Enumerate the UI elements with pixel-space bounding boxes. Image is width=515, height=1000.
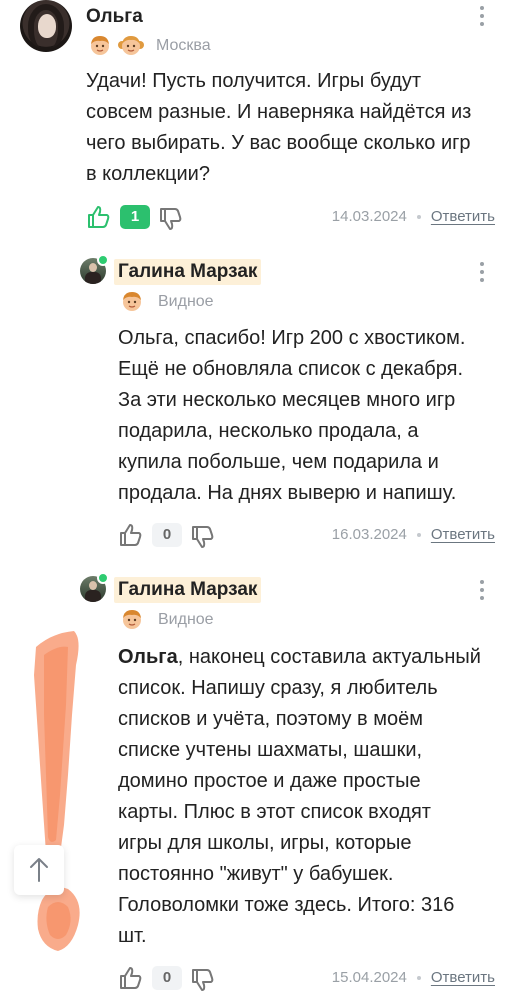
online-indicator [97, 254, 109, 266]
online-indicator [97, 572, 109, 584]
avatar[interactable] [20, 0, 72, 52]
dislike-icon[interactable] [190, 524, 216, 550]
comment-author[interactable]: Галина Марзак [114, 577, 262, 603]
exclamation-mark-annotation [34, 631, 80, 951]
like-count: 1 [120, 205, 150, 229]
comment-date: 16.03.2024 [331, 526, 407, 543]
comment-date: 14.03.2024 [331, 208, 407, 225]
comment-location: Видное [158, 611, 214, 628]
comment-location: Москва [156, 37, 211, 54]
boy-emoji-icon [123, 610, 141, 629]
girl-emoji-icon [118, 36, 144, 55]
reply-link[interactable]: Ответить [431, 969, 495, 986]
comment-text: Ольга, наконец составила актуальный спис… [118, 646, 481, 947]
more-options-icon[interactable] [480, 6, 484, 30]
dislike-icon[interactable] [158, 206, 184, 232]
like-icon[interactable] [86, 204, 112, 230]
like-count: 0 [152, 523, 182, 547]
dislike-icon[interactable] [190, 967, 216, 993]
comment-meta: 15.04.2024 Ответить [332, 969, 495, 986]
more-options-icon[interactable] [480, 580, 484, 604]
arrow-up-icon [30, 858, 48, 882]
comment-location: Видное [158, 293, 214, 310]
reply-link[interactable]: Ответить [431, 208, 495, 225]
scroll-to-top-button[interactable] [14, 845, 64, 895]
boy-emoji-icon [123, 292, 141, 311]
like-count: 0 [152, 966, 182, 990]
reply-link[interactable]: Ответить [431, 526, 495, 543]
comment-author[interactable]: Ольга [86, 6, 143, 28]
like-icon[interactable] [118, 965, 144, 991]
comment-meta: 14.03.2024 Ответить [332, 208, 495, 225]
comment-text: Удачи! Пусть получится. Игры будут совсе… [86, 70, 472, 185]
comment-date: 15.04.2024 [331, 969, 407, 986]
mention-link[interactable]: Ольга [118, 646, 178, 668]
more-options-icon[interactable] [480, 262, 484, 286]
comment-text: Ольга, спасибо! Игр 200 с хвостиком. Ещё… [118, 327, 466, 504]
comment-meta: 16.03.2024 Ответить [332, 526, 495, 543]
comment-author[interactable]: Галина Марзак [114, 259, 262, 285]
like-icon[interactable] [118, 522, 144, 548]
boy-emoji-icon [91, 36, 109, 55]
